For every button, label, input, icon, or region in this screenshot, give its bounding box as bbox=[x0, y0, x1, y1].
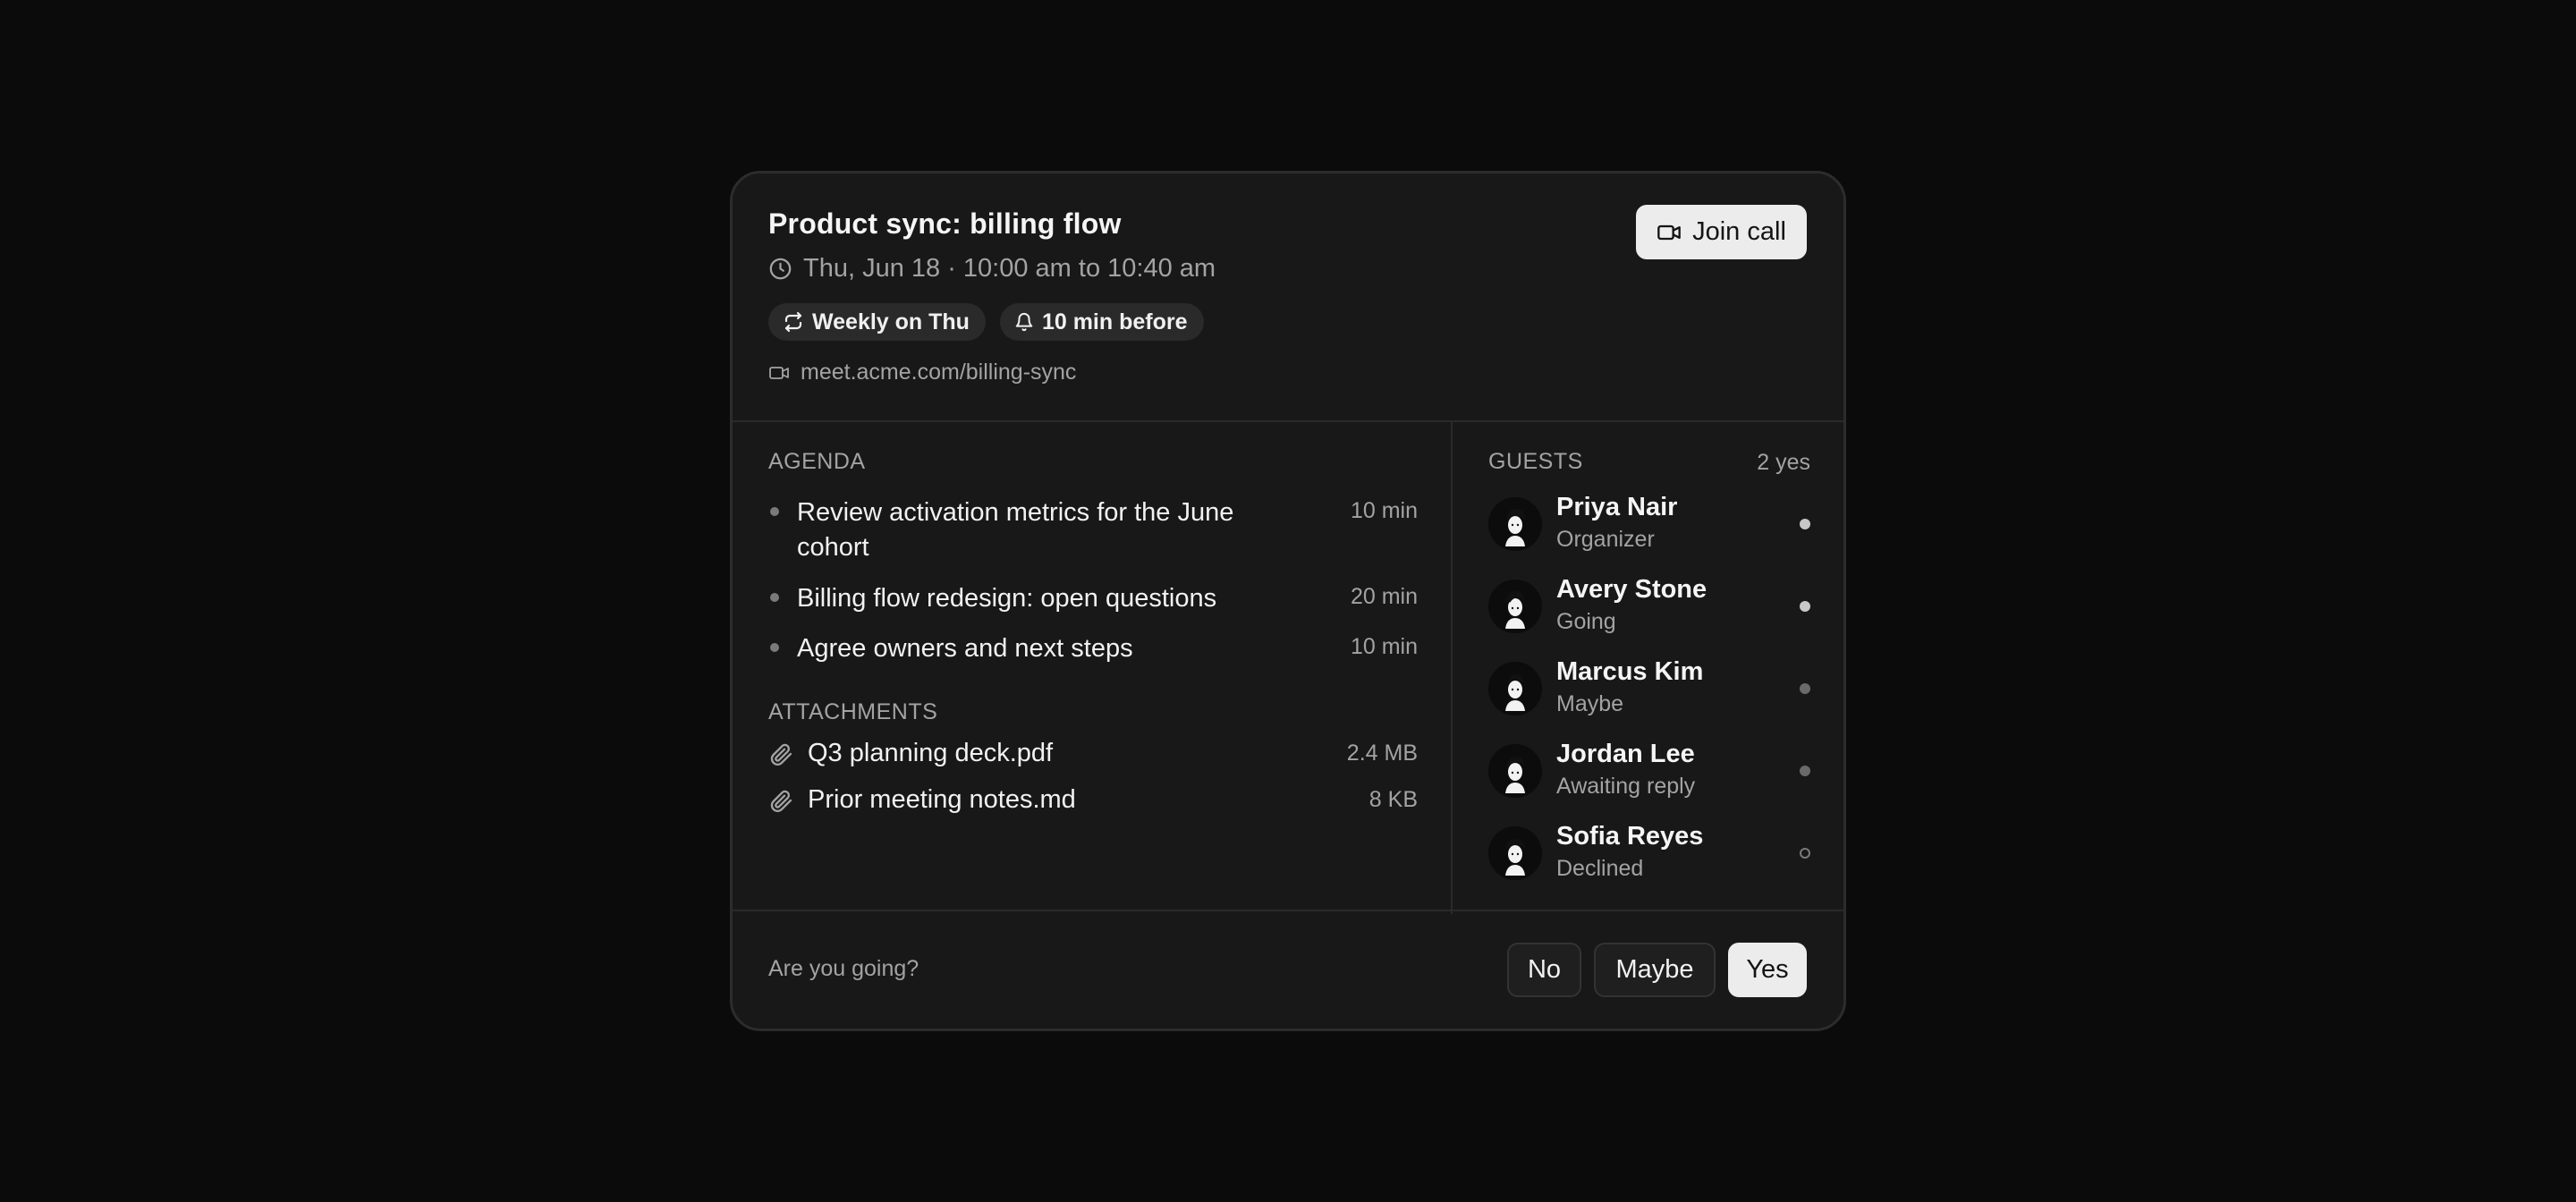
paperclip-icon bbox=[768, 789, 793, 814]
clock-icon bbox=[768, 257, 792, 281]
guest-row[interactable]: Marcus Kim Maybe bbox=[1488, 657, 1810, 717]
bullet bbox=[770, 507, 779, 516]
guest-row[interactable]: Avery Stone Going bbox=[1488, 575, 1810, 635]
agenda-item-duration: 10 min bbox=[1350, 498, 1418, 523]
rsvp-yes-button[interactable]: Yes bbox=[1728, 943, 1807, 997]
event-datetime-row: Thu, Jun 18 · 10:00 am to 10:40 am bbox=[768, 254, 1216, 284]
guests-label: GUESTS bbox=[1488, 449, 1583, 474]
recurrence-label: Weekly on Thu bbox=[812, 309, 970, 334]
agenda-panel: AGENDA Review activation metrics for the… bbox=[733, 420, 1453, 914]
bullet bbox=[770, 643, 779, 652]
guest-row[interactable]: Jordan Lee Awaiting reply bbox=[1488, 740, 1810, 800]
rsvp-status-dot bbox=[1800, 519, 1810, 529]
guest-status: Declined bbox=[1556, 856, 1644, 881]
rsvp-maybe-button[interactable]: Maybe bbox=[1594, 943, 1716, 997]
recurrence-chip[interactable]: Weekly on Thu bbox=[768, 303, 986, 341]
avatar bbox=[1488, 580, 1542, 633]
event-details-card: Product sync: billing flow Thu, Jun 18 ·… bbox=[730, 171, 1846, 1031]
guest-name: Jordan Lee bbox=[1556, 740, 1695, 768]
guest-row[interactable]: Sofia Reyes Declined bbox=[1488, 822, 1810, 882]
agenda-item-text: Billing flow redesign: open questions bbox=[797, 584, 1217, 613]
event-title: Product sync: billing flow bbox=[768, 207, 1122, 240]
rsvp-no-button[interactable]: No bbox=[1507, 943, 1581, 997]
rsvp-status-dot bbox=[1800, 848, 1810, 859]
guest-status: Awaiting reply bbox=[1556, 774, 1696, 799]
agenda-label: AGENDA bbox=[768, 449, 866, 474]
paperclip-icon bbox=[768, 742, 793, 767]
rsvp-status-dot bbox=[1800, 766, 1810, 776]
attachment-name[interactable]: Prior meeting notes.md bbox=[808, 785, 1076, 815]
guest-yes-count: 2 yes bbox=[1757, 450, 1810, 475]
guest-status: Maybe bbox=[1556, 691, 1624, 716]
guest-name: Priya Nair bbox=[1556, 493, 1678, 521]
event-datetime: Thu, Jun 18 · 10:00 am to 10:40 am bbox=[803, 254, 1216, 283]
guest-name: Sofia Reyes bbox=[1556, 822, 1704, 851]
agenda-item-duration: 20 min bbox=[1350, 584, 1418, 609]
avatar bbox=[1488, 662, 1542, 715]
reminder-label: 10 min before bbox=[1041, 309, 1188, 334]
avatar bbox=[1488, 826, 1542, 880]
guests-panel: GUESTS 2 yes Priya Nair Organizer Avery … bbox=[1453, 420, 1843, 914]
join-call-button[interactable]: Join call bbox=[1636, 205, 1807, 259]
agenda-item-text: Agree owners and next steps bbox=[797, 634, 1133, 663]
meeting-link-row[interactable]: meet.acme.com/billing-sync bbox=[768, 360, 1076, 385]
avatar bbox=[1488, 497, 1542, 551]
guest-status: Organizer bbox=[1556, 527, 1655, 552]
repeat-icon bbox=[783, 311, 804, 333]
bell-icon bbox=[1014, 312, 1034, 332]
attachment-item-1[interactable]: Q3 planning deck.pdf 2.4 MB bbox=[768, 737, 1418, 773]
rsvp-question: Are you going? bbox=[768, 956, 919, 981]
guest-name: Marcus Kim bbox=[1556, 657, 1704, 686]
rsvp-footer: Are you going? No Maybe Yes bbox=[733, 910, 1843, 1028]
bullet bbox=[770, 593, 779, 602]
reminder-chip[interactable]: 10 min before bbox=[999, 303, 1204, 341]
rsvp-status-dot bbox=[1800, 601, 1810, 612]
meeting-link[interactable]: meet.acme.com/billing-sync bbox=[801, 360, 1076, 385]
rsvp-status-dot bbox=[1800, 683, 1810, 694]
guest-status: Going bbox=[1556, 609, 1616, 634]
join-call-label: Join call bbox=[1692, 217, 1786, 246]
event-header: Product sync: billing flow Thu, Jun 18 ·… bbox=[733, 174, 1843, 422]
attachment-name[interactable]: Q3 planning deck.pdf bbox=[808, 739, 1053, 768]
video-camera-icon bbox=[1657, 220, 1682, 245]
avatar bbox=[1488, 744, 1542, 798]
guest-row[interactable]: Priya Nair Organizer bbox=[1488, 493, 1810, 553]
video-icon bbox=[768, 362, 790, 384]
attachment-item-2[interactable]: Prior meeting notes.md 8 KB bbox=[768, 783, 1418, 819]
guest-name: Avery Stone bbox=[1556, 575, 1707, 604]
attachment-size: 2.4 MB bbox=[1346, 741, 1418, 766]
agenda-item-text: Review activation metrics for the June c… bbox=[797, 498, 1234, 562]
attachment-size: 8 KB bbox=[1368, 787, 1418, 812]
attachments-label: ATTACHMENTS bbox=[768, 699, 938, 724]
event-chips: Weekly on Thu 10 min before bbox=[768, 303, 1204, 341]
agenda-item-duration: 10 min bbox=[1350, 634, 1418, 659]
rsvp-button-group: No Maybe Yes bbox=[1507, 943, 1807, 997]
